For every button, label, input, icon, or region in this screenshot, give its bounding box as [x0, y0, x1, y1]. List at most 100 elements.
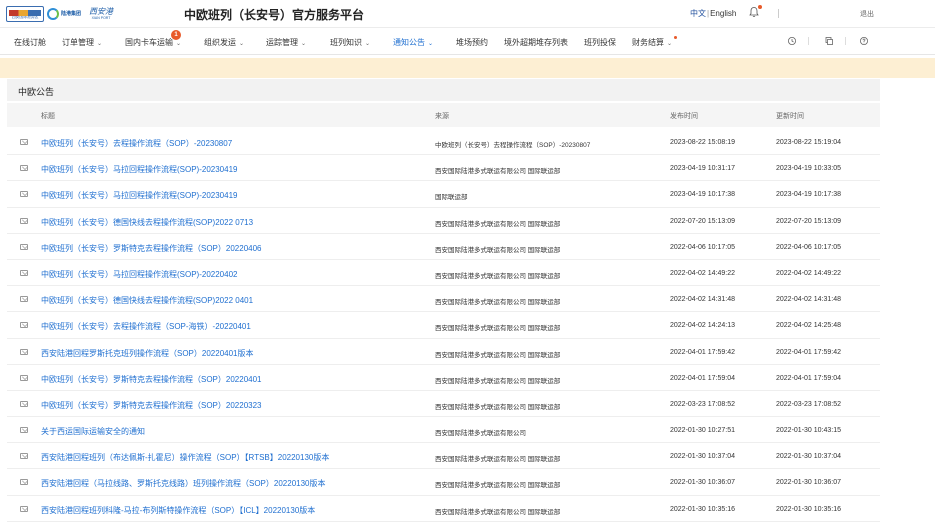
side-blank — [882, 79, 935, 526]
announcement-source: 西安国际陆港多式联运有限公司 国际联运部 — [435, 325, 561, 333]
publish-time: 2022-04-02 14:24:13 — [670, 322, 735, 330]
announcement-title-link[interactable]: 中欧班列（长安号）罗斯特克去程操作流程（SOP）20220406 — [41, 243, 262, 254]
table-row: 西安陆港回程罗斯托克班列操作流程（SOP）20220401版本 西安国际陆港多式… — [7, 339, 880, 365]
announcement-title-link[interactable]: 中欧班列（长安号）马拉回程操作流程(SOP)-20230419 — [41, 164, 237, 175]
lang-english[interactable]: English — [710, 9, 736, 18]
publish-time: 2022-04-02 14:31:48 — [670, 296, 735, 304]
announcement-title-link[interactable]: 中欧班列（长安号）罗斯特克去程操作流程（SOP）20220401 — [41, 374, 262, 385]
publish-time: 2022-07-20 15:13:09 — [670, 217, 735, 225]
table-row: 中欧班列（长安号）德国快线去程操作流程(SOP)2022 0713 西安国际陆港… — [7, 208, 880, 234]
table-header: 标题 来源 发布时间 更新时间 — [7, 103, 880, 127]
col-updated: 更新时间 — [776, 113, 804, 120]
announcement-title-link[interactable]: 中欧班列（长安号）德国快线去程操作流程(SOP)2022 0713 — [41, 217, 253, 228]
nav-insurance[interactable]: 班列投保 — [584, 37, 616, 48]
mail-icon — [20, 453, 28, 460]
publish-time: 2022-04-01 17:59:42 — [670, 348, 735, 356]
announcement-source: 西安国际陆港多式联运有限公司 国际联运部 — [435, 456, 561, 464]
nav-dispatch[interactable]: 组织发运 ⌄ — [204, 37, 244, 48]
col-source: 来源 — [435, 113, 449, 120]
mail-icon — [20, 348, 28, 355]
update-time: 2022-03-23 17:08:52 — [776, 400, 841, 408]
help-icon[interactable] — [859, 36, 869, 46]
update-time: 2022-01-30 10:36:07 — [776, 479, 841, 487]
announcement-source: 西安国际陆港多式联运有限公司 国际联运部 — [435, 377, 561, 385]
table-row: 关于西运国际运输安全的通知 西安国际陆港多式联运有限公司 2022-01-30 … — [7, 417, 880, 444]
update-time: 2022-04-01 17:59:04 — [776, 374, 841, 382]
update-time: 2022-04-02 14:25:48 — [776, 322, 841, 330]
mail-icon — [20, 243, 28, 250]
nav-online-booking[interactable]: 在线订舱 — [14, 37, 46, 48]
port-logo: 西安国际港务区 — [6, 6, 44, 22]
announcement-title-link[interactable]: 中欧班列（长安号）马拉回程操作流程(SOP)-20230419 — [41, 190, 237, 201]
language-switch[interactable]: 中文|English — [690, 8, 736, 19]
copy-icon[interactable] — [824, 36, 834, 46]
col-title: 标题 — [41, 113, 55, 120]
nav-badge: 1 — [171, 30, 181, 40]
group-logo: 陆港集团 — [47, 8, 81, 20]
top-header: 西安国际港务区 陆港集团 西安港 XIAN PORT 中欧班列（长安号）官方服务… — [0, 0, 935, 28]
update-time: 2022-04-01 17:59:42 — [776, 348, 841, 356]
announcement-source: 西安国际陆港多式联运有限公司 国际联运部 — [435, 482, 561, 490]
announcement-title-link[interactable]: 中欧班列（长安号）德国快线去程操作流程(SOP)2022 0401 — [41, 295, 253, 306]
publish-time: 2022-01-30 10:27:51 — [670, 427, 735, 435]
logo-group[interactable]: 西安国际港务区 陆港集团 西安港 XIAN PORT — [6, 4, 118, 24]
lang-chinese[interactable]: 中文 — [690, 9, 706, 18]
publish-time: 2023-04-19 10:31:17 — [670, 165, 735, 173]
notification-dot — [758, 5, 762, 9]
announcement-panel: 中欧公告 标题 来源 发布时间 更新时间 中欧班列（长安号）去程操作流程（SOP… — [7, 79, 880, 526]
nav-yard-booking[interactable]: 堆场预约 — [456, 37, 488, 48]
mail-icon — [20, 427, 28, 434]
announcement-source: 西安国际陆港多式联运有限公司 国际联运部 — [435, 168, 561, 176]
table-row: 西安陆港回程班列科隆-马拉-布列斯特操作流程（SOP）【ICL】20220130… — [7, 496, 880, 522]
update-time: 2022-04-02 14:49:22 — [776, 269, 841, 277]
announcement-source: 西安国际陆港多式联运有限公司 — [435, 430, 526, 438]
publish-time: 2022-01-30 10:35:16 — [670, 505, 735, 513]
announcement-title-link[interactable]: 中欧班列（长安号）去程操作流程（SOP-海铁）-20220401 — [41, 321, 251, 332]
clock-icon[interactable] — [787, 36, 797, 46]
announcement-title-link[interactable]: 中欧班列（长安号）去程操作流程（SOP）-20230807 — [41, 138, 232, 149]
table-row: 中欧班列（长安号）去程操作流程（SOP-海铁）-20220401 西安国际陆港多… — [7, 312, 880, 339]
announcement-source: 西安国际陆港多式联运有限公司 国际联运部 — [435, 220, 561, 228]
nav-finance[interactable]: 财务结算 ⌄ — [632, 37, 672, 48]
announcement-title-link[interactable]: 西安陆港回程班列科隆-马拉-布列斯特操作流程（SOP）【ICL】20220130… — [41, 505, 315, 516]
announcement-source: 西安国际陆港多式联运有限公司 国际联运部 — [435, 351, 561, 359]
mail-icon — [20, 322, 28, 329]
update-time: 2022-04-06 10:17:05 — [776, 243, 841, 251]
update-time: 2023-04-19 10:33:05 — [776, 165, 841, 173]
publish-time: 2022-01-30 10:37:04 — [670, 453, 735, 461]
publish-time: 2022-01-30 10:36:07 — [670, 479, 735, 487]
publish-time: 2022-04-01 17:59:04 — [670, 374, 735, 382]
divider — [845, 37, 846, 45]
announcement-title-link[interactable]: 中欧班列（长安号）罗斯特克去程操作流程（SOP）20220323 — [41, 400, 262, 411]
announcement-source: 西安国际陆港多式联运有限公司 国际联运部 — [435, 403, 561, 411]
announcement-title-link[interactable]: 西安陆港回程（马拉线路、罗斯托克线路）班列操作流程（SOP）20220130版本 — [41, 478, 326, 489]
announcement-source: 西安国际陆港多式联运有限公司 国际联运部 — [435, 246, 561, 254]
announcement-title-link[interactable]: 中欧班列（长安号）马拉回程操作流程(SOP)-20220402 — [41, 269, 237, 280]
panel-header: 中欧公告 — [7, 79, 880, 101]
table-row: 中欧班列（长安号）马拉回程操作流程(SOP)-20230419 西安国际陆港多式… — [7, 155, 880, 182]
announcement-title-link[interactable]: 关于西运国际运输安全的通知 — [41, 426, 145, 437]
announcement-source: 中欧班列（长安号）去程操作流程（SOP）-20230807 — [435, 142, 591, 149]
announcement-title-link[interactable]: 西安陆港回程罗斯托克班列操作流程（SOP）20220401版本 — [41, 348, 254, 359]
chevron-down-icon: ⌄ — [239, 41, 245, 47]
nav-announcements[interactable]: 通知公告 ⌄ — [393, 37, 433, 48]
table-row: 中欧班列（长安号）马拉回程操作流程(SOP)-20220402 西安国际陆港多式… — [7, 260, 880, 287]
mail-icon — [20, 296, 28, 303]
nav-tracking[interactable]: 运踪管理 ⌄ — [266, 37, 306, 48]
divider — [778, 9, 779, 18]
publish-time: 2022-04-02 14:49:22 — [670, 269, 735, 277]
chevron-down-icon: ⌄ — [97, 41, 103, 47]
announcement-title-link[interactable]: 西安陆港回程班列（布达佩斯-扎霍尼）操作流程（SOP）【RTSB】2022013… — [41, 452, 329, 463]
nav-overseas-storage[interactable]: 境外超期堆存列表 — [504, 37, 568, 48]
update-time: 2022-07-20 15:13:09 — [776, 217, 841, 225]
finance-red-dot — [674, 36, 677, 39]
publish-time: 2022-03-23 17:08:52 — [670, 400, 735, 408]
mail-icon — [20, 479, 28, 486]
nav-order-management[interactable]: 订单管理 ⌄ — [62, 37, 102, 48]
mail-icon — [20, 165, 28, 172]
update-time: 2023-08-22 15:19:04 — [776, 139, 841, 146]
update-time: 2022-01-30 10:37:04 — [776, 453, 841, 461]
mail-icon — [20, 400, 28, 407]
nav-knowledge[interactable]: 班列知识 ⌄ — [330, 37, 370, 48]
logout-link[interactable]: 退出 — [860, 9, 874, 19]
